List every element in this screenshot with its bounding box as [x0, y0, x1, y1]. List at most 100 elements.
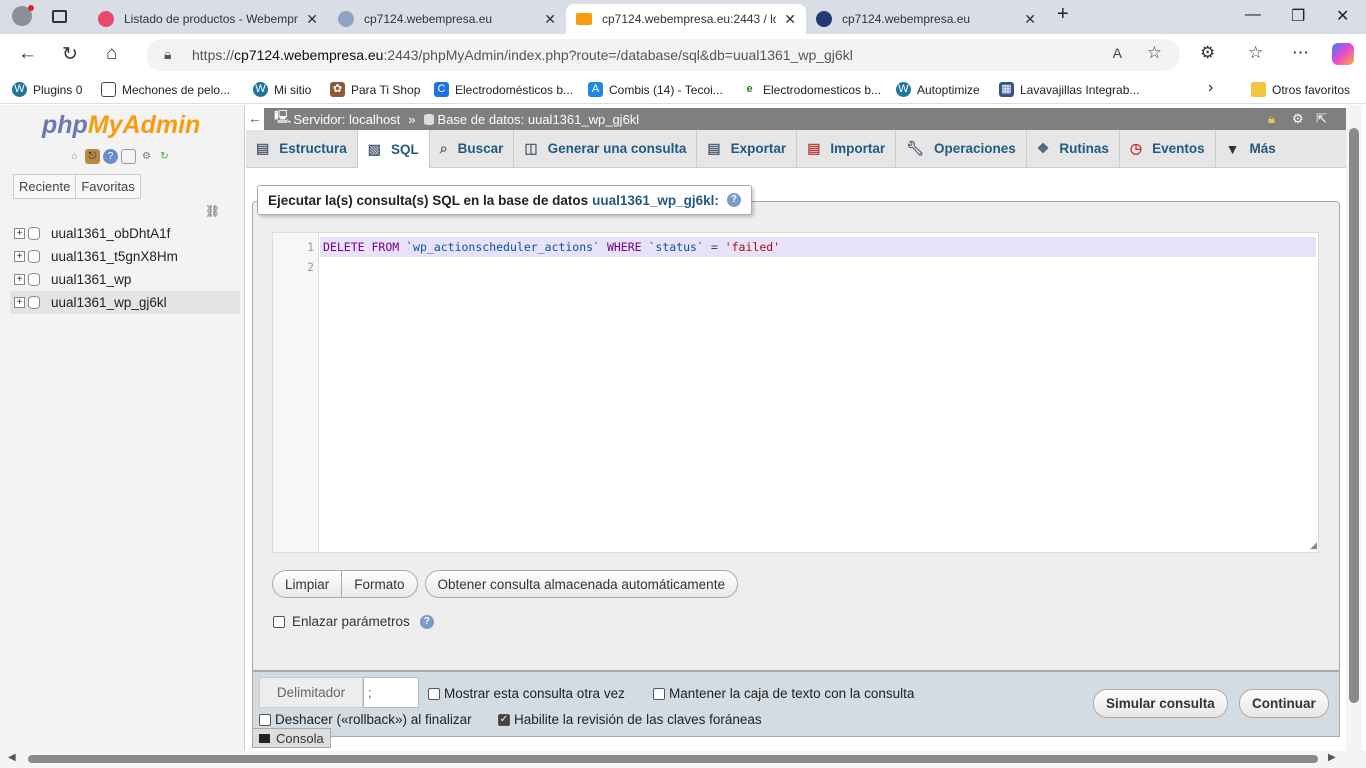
help-icon[interactable]: ?	[419, 614, 434, 629]
get-autosaved-query-button[interactable]: Obtener consulta almacenada automáticame…	[424, 570, 738, 598]
rollback-checkbox[interactable]	[259, 713, 271, 726]
docs-icon[interactable]: ?	[103, 149, 118, 164]
favorite-star-icon[interactable]: ☆	[1147, 43, 1162, 63]
reload-icon[interactable]: ↻	[62, 43, 78, 66]
sidebar-tab-recent[interactable]: Reciente	[13, 174, 77, 199]
expand-icon[interactable]: +	[14, 274, 25, 285]
vertical-scrollbar-thumb[interactable]	[1349, 128, 1359, 703]
database-name[interactable]: uual1361_obDhtA1f	[51, 226, 170, 241]
tab-importar[interactable]: ▤ Importar	[797, 130, 897, 167]
back-icon[interactable]: ←	[18, 43, 37, 65]
collapse-top-icon[interactable]: ⇱	[1316, 111, 1327, 127]
sidebar-tab-favorites[interactable]: Favoritas	[75, 174, 141, 199]
sql-docs-icon[interactable]	[121, 149, 136, 164]
rollback-option[interactable]: Deshacer («rollback») al finalizar	[259, 712, 472, 727]
bookmark-otros-favoritos[interactable]: Otros favoritos	[1251, 82, 1350, 97]
bookmark-electrodomesticos-2[interactable]: e Electrodomesticos b...	[742, 82, 881, 97]
extensions-icon[interactable]: ⚙	[1200, 43, 1215, 63]
delimiter-input[interactable]: ;	[363, 677, 419, 708]
new-tab-icon[interactable]: +	[1057, 3, 1069, 26]
scroll-left-icon[interactable]: ◀	[8, 752, 16, 763]
sql-editor[interactable]: 1 2 DELETE FROM `wp_actionscheduler_acti…	[272, 232, 1319, 553]
tab-operaciones[interactable]: 🔧︎ Operaciones	[896, 130, 1027, 167]
retain-query-box-checkbox[interactable]	[653, 687, 665, 700]
more-icon[interactable]: ⋯	[1292, 43, 1309, 63]
bookmark-plugins[interactable]: W Plugins 0	[12, 82, 82, 97]
link-with-main-icon[interactable]: ⛓	[205, 204, 220, 218]
database-name[interactable]: uual1361_wp	[51, 272, 131, 287]
settings-gear-icon[interactable]: ⚙	[139, 149, 154, 164]
bookmark-mi-sitio[interactable]: W Mi sitio	[253, 82, 311, 97]
bookmark-combis[interactable]: A Combis (14) - Tecoi...	[588, 82, 723, 97]
code-line-2[interactable]	[320, 257, 1316, 277]
restore-icon[interactable]: ❐	[1291, 6, 1305, 26]
minimize-icon[interactable]: —	[1245, 6, 1261, 24]
database-name[interactable]: uual1361_wp_gj6kl	[51, 295, 167, 310]
expand-icon[interactable]: +	[14, 251, 25, 262]
copilot-icon[interactable]	[1332, 43, 1354, 65]
close-tab-icon[interactable]: ✕	[784, 11, 796, 28]
help-icon[interactable]: ?	[726, 193, 741, 207]
tab-rutinas[interactable]: ❖ Rutinas	[1027, 130, 1120, 167]
horizontal-scrollbar-thumb[interactable]	[28, 755, 1318, 763]
database-item-selected[interactable]: + uual1361_wp_gj6kl	[10, 291, 240, 314]
breadcrumb-server[interactable]: Servidor: localhost	[293, 112, 400, 127]
bookmarks-more-chevron-icon[interactable]: ›	[1208, 79, 1213, 97]
query-db-link[interactable]: uual1361_wp_gj6kl:	[592, 193, 719, 208]
show-query-again-option[interactable]: Mostrar esta consulta otra vez	[428, 686, 625, 701]
close-tab-icon[interactable]: ✕	[544, 11, 556, 28]
url-field[interactable]: 🔒︎ https://cp7124.webempresa.eu:2443/php…	[146, 39, 1180, 71]
console-toggle[interactable]: Consola	[252, 728, 331, 748]
bookmark-autoptimize[interactable]: W Autoptimize	[896, 82, 980, 97]
foreign-key-checks-option[interactable]: ✓ Habilite la revisión de las claves forá…	[498, 712, 762, 727]
phpmyadmin-logo[interactable]: phpMyAdmin	[42, 111, 200, 140]
tab-eventos[interactable]: ◷ Eventos	[1120, 130, 1216, 167]
bookmark-para-ti-shop[interactable]: ✿ Para Ti Shop	[330, 82, 420, 97]
sql-code[interactable]: DELETE FROM `wp_actionscheduler_actions`…	[320, 237, 1316, 277]
expand-icon[interactable]: +	[14, 297, 25, 308]
close-tab-icon[interactable]: ✕	[306, 11, 318, 28]
breadcrumb-database[interactable]: Base de datos: uual1361_wp_gj6kl	[438, 112, 640, 127]
reload-nav-icon[interactable]: ↻	[157, 149, 172, 164]
close-window-icon[interactable]: ✕	[1336, 6, 1349, 26]
simulate-query-button[interactable]: Simular consulta	[1093, 689, 1228, 718]
clear-button[interactable]: Limpiar	[272, 570, 343, 598]
horizontal-scrollbar[interactable]: ◀ ▶	[0, 751, 1366, 768]
database-item[interactable]: + uual1361_wp	[10, 268, 240, 291]
settings-gear-icon[interactable]: ⚙	[1292, 111, 1304, 127]
tab-sql[interactable]: ▧ SQL	[357, 130, 430, 168]
bookmark-mechones[interactable]: Mechones de pelo...	[101, 82, 230, 97]
tab-exportar[interactable]: ▤ Exportar	[697, 130, 798, 167]
bind-parameters-checkbox[interactable]	[273, 615, 285, 628]
tab-actions-icon[interactable]	[52, 10, 67, 23]
resize-handle-icon[interactable]: ◢	[1310, 540, 1317, 551]
format-button[interactable]: Formato	[342, 570, 418, 598]
database-item[interactable]: + uual1361_t5gnX8Hm	[10, 245, 240, 268]
logout-icon[interactable]: ⎋	[85, 149, 100, 164]
go-button[interactable]: Continuar	[1239, 689, 1329, 718]
collapse-sidebar-icon[interactable]: ←	[246, 108, 264, 130]
browser-tab-2[interactable]: cp7124.webempresa.eu ✕	[328, 4, 566, 34]
tab-estructura[interactable]: ▤ Estructura	[246, 130, 358, 167]
browser-tab-3[interactable]: cp7124.webempresa.eu:2443 / localhost ✕	[566, 4, 806, 34]
show-query-again-checkbox[interactable]	[428, 687, 440, 700]
code-line-1[interactable]: DELETE FROM `wp_actionscheduler_actions`…	[320, 237, 1316, 257]
tab-generar-consulta[interactable]: ◫ Generar una consulta	[514, 130, 698, 167]
bookmark-electrodomesticos-1[interactable]: C Electrodomésticos b...	[434, 82, 573, 97]
foreign-key-checks-checkbox[interactable]: ✓	[498, 713, 510, 726]
tab-mas[interactable]: ▼ Más	[1216, 130, 1286, 167]
home-icon[interactable]: ⌂	[106, 43, 117, 65]
database-item[interactable]: + uual1361_obDhtA1f	[10, 222, 240, 245]
scroll-right-icon[interactable]: ▶	[1328, 752, 1336, 763]
retain-query-box-option[interactable]: Mantener la caja de texto con la consult…	[653, 686, 914, 701]
bind-parameters-option[interactable]: Enlazar parámetros ?	[273, 614, 434, 629]
expand-icon[interactable]: +	[14, 228, 25, 239]
home-icon[interactable]: ⌂	[67, 149, 82, 164]
browser-tab-1[interactable]: Listado de productos - Webempresa ✕	[88, 4, 328, 34]
lock-icon[interactable]: 🔒︎	[164, 46, 171, 63]
bookmark-lavavajillas[interactable]: ▦ Lavavajillas Integrab...	[999, 82, 1139, 97]
tab-buscar[interactable]: ⌕ Buscar	[430, 130, 515, 167]
favorites-icon[interactable]: ☆	[1248, 43, 1263, 63]
read-aloud-icon[interactable]: A	[1113, 45, 1122, 61]
lock-icon[interactable]: 🔒︎	[1268, 111, 1275, 127]
